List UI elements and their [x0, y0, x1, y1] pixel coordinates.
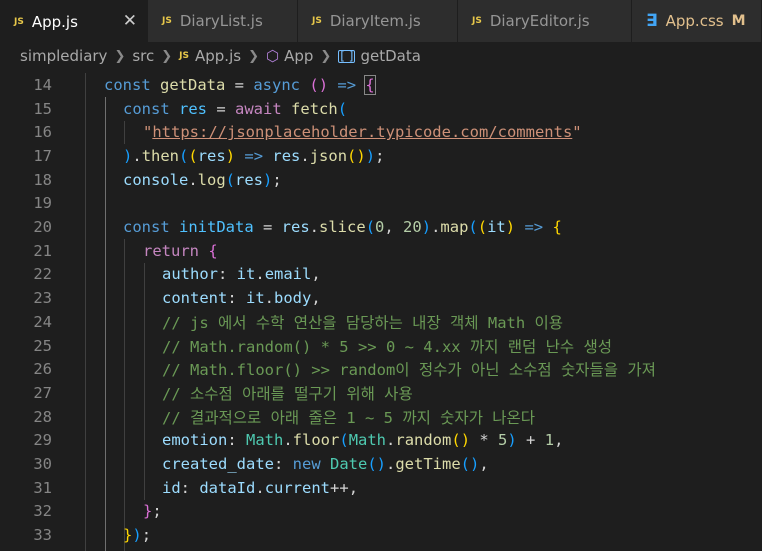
- component-cube-icon: ⬡: [265, 47, 280, 65]
- chevron-right-icon: ❯: [161, 48, 173, 64]
- line-number: 31: [33, 478, 52, 497]
- tab-label: DiaryList.js: [179, 12, 263, 30]
- code-comment: // 소수점 아래를 떨구기 위해 사용: [162, 384, 413, 403]
- code-line: 30 created_date: new Date().getTime(),: [0, 452, 762, 476]
- js-file-icon: JS: [162, 16, 172, 26]
- code-line: 20 const initData = res.slice(0, 20).map…: [0, 215, 762, 239]
- line-number: 26: [33, 360, 52, 379]
- code-editor[interactable]: 14 const getData = async () => { 15 cons…: [0, 73, 762, 551]
- code-text: created_date: new Date().getTime(),: [162, 455, 489, 474]
- code-line: 31 id: dataId.current++,: [0, 476, 762, 500]
- css-file-icon: ∃: [646, 11, 658, 31]
- code-text: return {: [143, 241, 218, 260]
- code-line: 29 emotion: Math.floor(Math.random() * 5…: [0, 429, 762, 453]
- chevron-right-icon: ❯: [114, 48, 126, 64]
- close-icon[interactable]: ✕: [123, 11, 137, 31]
- code-line: 27 // 소수점 아래를 떨구기 위해 사용: [0, 381, 762, 405]
- code-line: 33 });: [0, 523, 762, 547]
- breadcrumb-folder-src[interactable]: src: [132, 47, 154, 65]
- tab-label: DiaryItem.js: [329, 12, 421, 30]
- code-comment: // 결과적으로 아래 줄은 1 ~ 5 까지 숫자가 나온다: [162, 408, 536, 427]
- code-line: 16 "https://jsonplaceholder.typicode.com…: [0, 120, 762, 144]
- code-comment: // Math.floor() >> random이 정수가 아닌 소수점 숫자…: [162, 361, 656, 380]
- line-number: 14: [33, 75, 52, 94]
- code-line: 28 // 결과적으로 아래 줄은 1 ~ 5 까지 숫자가 나온다: [0, 405, 762, 429]
- code-line: 21 return {: [0, 239, 762, 263]
- js-file-icon: JS: [472, 16, 482, 26]
- line-number: 17: [33, 146, 52, 165]
- line-number: 18: [33, 170, 52, 189]
- tab-app-js[interactable]: JS App.js ✕: [0, 0, 148, 42]
- line-number: 15: [33, 99, 52, 118]
- breadcrumb: simplediary ❯ src ❯ JS App.js ❯ ⬡ App ❯ …: [0, 42, 762, 70]
- tab-label: App.js: [31, 12, 78, 31]
- line-number: 21: [33, 241, 52, 260]
- code-comment: // Math.random() * 5 >> 0 ~ 4.xx 까지 랜덤 난…: [162, 337, 613, 356]
- code-text: emotion: Math.floor(Math.random() * 5) +…: [162, 431, 564, 450]
- tab-diaryeditor-js[interactable]: JS DiaryEditor.js: [458, 0, 632, 42]
- tab-diaryitem-js[interactable]: JS DiaryItem.js: [298, 0, 458, 42]
- code-line: 32 };: [0, 500, 762, 524]
- modified-status-badge: M: [731, 13, 746, 29]
- code-line: 23 content: it.body,: [0, 286, 762, 310]
- tab-diarylist-js[interactable]: JS DiaryList.js: [148, 0, 298, 42]
- code-text: console.log(res);: [123, 170, 282, 189]
- line-number: 29: [33, 431, 52, 450]
- code-line: 17 ).then((res) => res.json());: [0, 144, 762, 168]
- line-number: 19: [33, 194, 52, 213]
- line-number: 20: [33, 218, 52, 237]
- code-text: ).then((res) => res.json());: [123, 146, 385, 165]
- code-line: 14 const getData = async () => {: [0, 73, 762, 97]
- code-text: const getData = async () => {: [104, 74, 376, 95]
- line-number: 24: [33, 312, 52, 331]
- code-comment: // js 에서 수학 연산을 담당하는 내장 객체 Math 이용: [162, 313, 564, 332]
- line-number: 22: [33, 265, 52, 284]
- line-number: 25: [33, 336, 52, 355]
- code-text: };: [143, 502, 162, 521]
- js-file-icon: JS: [179, 51, 189, 61]
- code-line: 15 const res = await fetch(: [0, 97, 762, 121]
- chevron-right-icon: ❯: [248, 48, 259, 64]
- line-number: 28: [33, 407, 52, 426]
- code-text: id: dataId.current++,: [162, 478, 359, 497]
- js-file-icon: JS: [14, 16, 24, 27]
- code-line: 19: [0, 192, 762, 216]
- breadcrumb-file-app-js[interactable]: App.js: [195, 47, 241, 65]
- fetch-url-string: "https://jsonplaceholder.typicode.com/co…: [143, 123, 582, 142]
- code-line: 18 console.log(res);: [0, 168, 762, 192]
- code-line: 25 // Math.random() * 5 >> 0 ~ 4.xx 까지 랜…: [0, 334, 762, 358]
- line-number: 16: [33, 123, 52, 142]
- breadcrumb-symbol-app[interactable]: App: [284, 47, 313, 65]
- breadcrumb-symbol-getdata[interactable]: getData: [360, 47, 420, 65]
- code-line: 24 // js 에서 수학 연산을 담당하는 내장 객체 Math 이용: [0, 310, 762, 334]
- code-line: 22 author: it.email,: [0, 263, 762, 287]
- code-text: content: it.body,: [162, 289, 321, 308]
- tab-app-css[interactable]: ∃ App.css M: [632, 0, 762, 42]
- tab-label: DiaryEditor.js: [489, 12, 590, 30]
- tab-label: App.css: [665, 12, 724, 30]
- line-number: 30: [33, 455, 52, 474]
- breadcrumb-folder-simplediary[interactable]: simplediary: [20, 47, 107, 65]
- line-number: 23: [33, 289, 52, 308]
- variable-icon: [ ]: [338, 48, 356, 63]
- code-text: author: it.email,: [162, 265, 321, 284]
- code-text: const res = await fetch(: [123, 99, 348, 118]
- code-text: });: [123, 526, 152, 545]
- tab-bar: JS App.js ✕ JS DiaryList.js JS DiaryItem…: [0, 0, 762, 42]
- code-text: const initData = res.slice(0, 20).map((i…: [123, 218, 562, 237]
- line-number: 27: [33, 383, 52, 402]
- js-file-icon: JS: [312, 16, 322, 26]
- chevron-right-icon: ❯: [320, 48, 332, 64]
- code-line: 26 // Math.floor() >> random이 정수가 아닌 소수점…: [0, 357, 762, 381]
- line-number: 32: [33, 502, 52, 521]
- line-number: 33: [33, 526, 52, 545]
